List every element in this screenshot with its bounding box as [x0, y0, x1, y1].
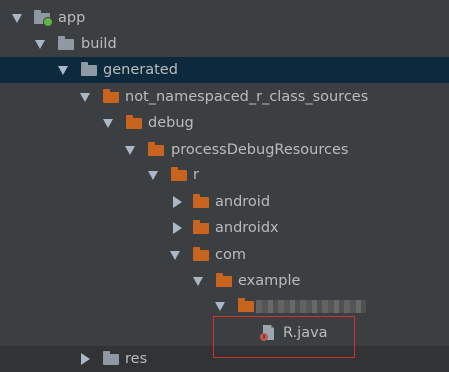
collapse-arrow-icon[interactable] [81, 353, 90, 365]
tree-node-androidx[interactable]: androidx [0, 215, 449, 241]
tree-node-label: r [193, 167, 199, 183]
expand-arrow-icon[interactable] [125, 146, 135, 155]
tree-node-r[interactable]: r [0, 162, 449, 188]
folder-icon [103, 351, 119, 365]
collapse-arrow-icon[interactable] [173, 222, 182, 234]
tree-node-label: processDebugResources [171, 142, 349, 158]
tree-node-label: app [58, 10, 86, 26]
expand-arrow-icon[interactable] [35, 40, 45, 49]
expand-arrow-icon[interactable] [103, 119, 113, 128]
tree-node-debug[interactable]: debug [0, 110, 449, 136]
expand-arrow-icon[interactable] [58, 66, 68, 75]
tree-node-label: debug [148, 115, 194, 131]
folder-icon [193, 247, 209, 261]
expand-arrow-icon[interactable] [215, 302, 225, 311]
tree-node-label: com [215, 247, 246, 263]
tree-node-generated[interactable]: generated [0, 57, 449, 83]
tree-node-label: res [125, 351, 148, 367]
tree-node-app[interactable]: app [0, 5, 449, 31]
tree-node-build[interactable]: build [0, 31, 449, 57]
tree-node-not-namespaced-r-class-sources[interactable]: not_namespaced_r_class_sources [0, 84, 449, 110]
tree-node-label: androidx [215, 220, 279, 236]
expand-arrow-icon[interactable] [80, 93, 90, 102]
tree-node-label: android [215, 194, 271, 210]
expand-arrow-icon[interactable] [193, 277, 203, 286]
tree-node-label: generated [103, 62, 178, 78]
tree-node-label: build [81, 36, 117, 52]
highlight-box [213, 316, 355, 358]
folder-icon [171, 167, 187, 181]
folder-icon [81, 62, 97, 76]
expand-arrow-icon[interactable] [12, 14, 22, 23]
tree-node-example[interactable]: example [0, 268, 449, 294]
folder-icon [216, 273, 232, 287]
tree-node-label: not_namespaced_r_class_sources [125, 89, 369, 105]
folder-icon [193, 194, 209, 208]
folder-icon [126, 115, 142, 129]
tree-node-process-debug-resources[interactable]: processDebugResources [0, 137, 449, 163]
folder-icon [148, 142, 164, 156]
collapse-arrow-icon[interactable] [173, 196, 182, 208]
folder-icon [103, 89, 119, 103]
tree-node-com[interactable]: com [0, 242, 449, 268]
redacted-name [256, 300, 366, 313]
expand-arrow-icon[interactable] [170, 251, 180, 260]
folder-icon [193, 220, 209, 234]
tree-node-android[interactable]: android [0, 189, 449, 215]
tree-node-label: example [238, 273, 301, 289]
module-folder-icon [34, 10, 53, 27]
expand-arrow-icon[interactable] [148, 171, 158, 180]
folder-icon [238, 298, 254, 312]
folder-icon [58, 36, 74, 50]
